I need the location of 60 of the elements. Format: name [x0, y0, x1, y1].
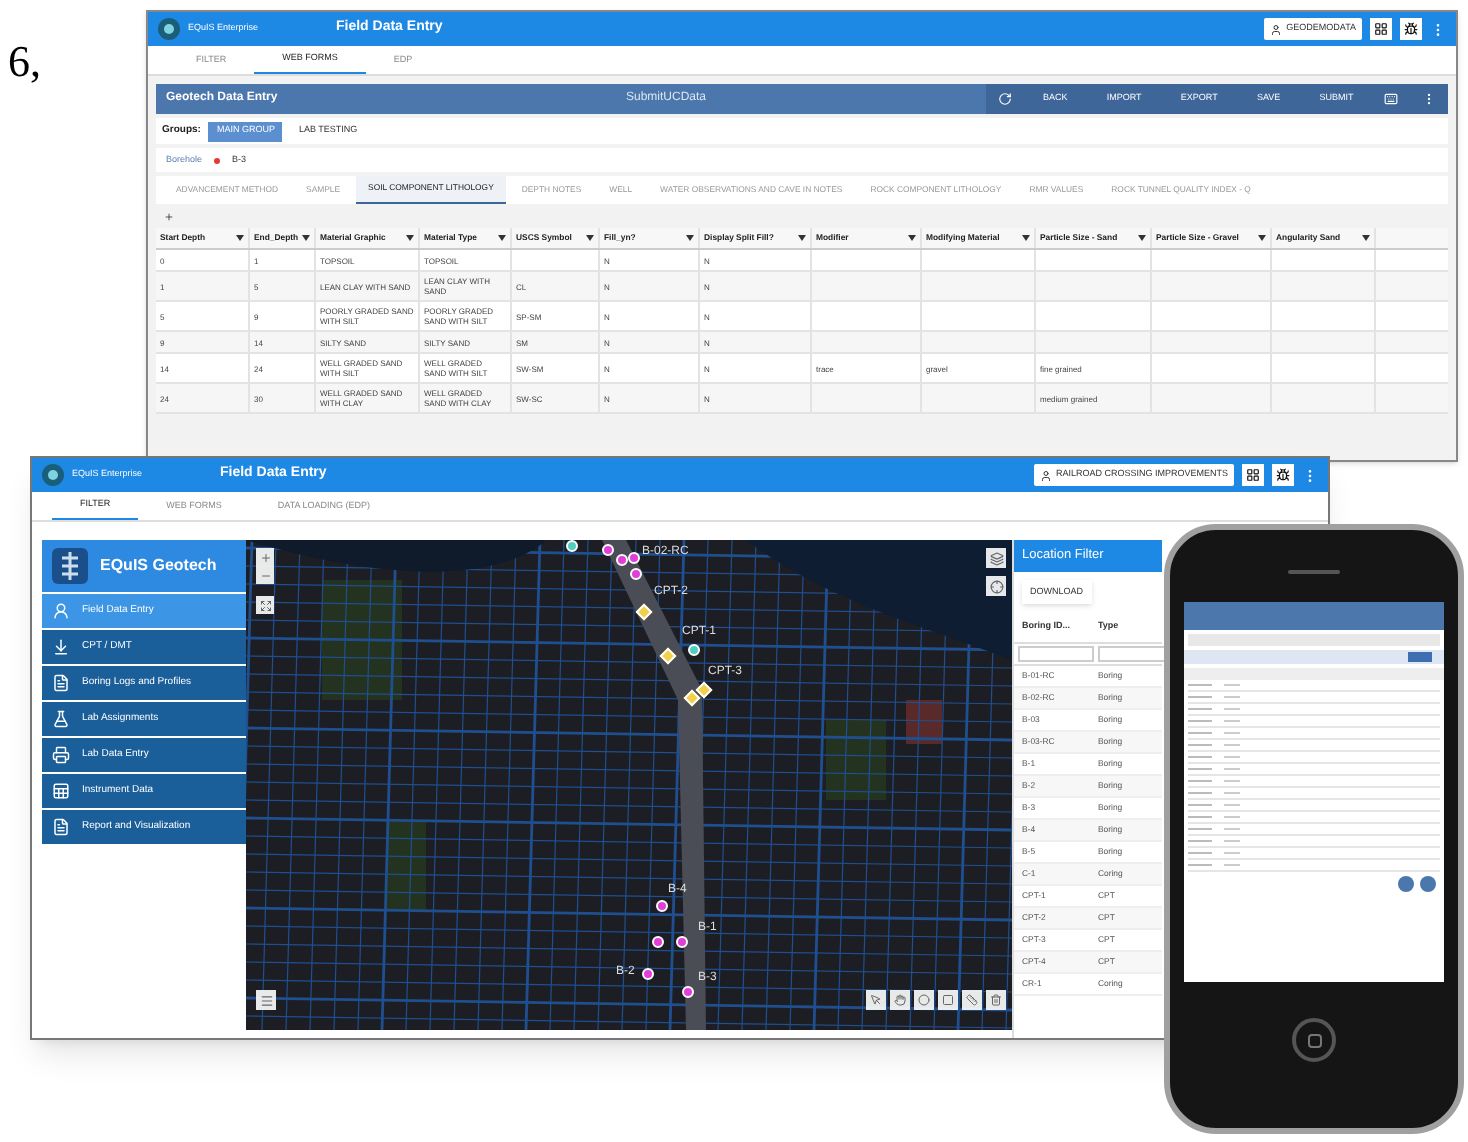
- flask-icon: [52, 710, 70, 728]
- layers-button[interactable]: [986, 548, 1006, 568]
- document-icon: [52, 818, 70, 836]
- user-icon: [1039, 469, 1052, 481]
- filter-icon[interactable]: [908, 234, 916, 242]
- zoom-out-icon: [259, 569, 271, 581]
- filter-icon[interactable]: [498, 234, 506, 242]
- pointer-icon: [870, 994, 882, 1006]
- grid-icon: [1246, 468, 1260, 482]
- apps-button[interactable]: [1370, 18, 1392, 40]
- refresh-icon[interactable]: [997, 92, 1012, 106]
- layers-icon: [989, 551, 1003, 565]
- download-icon: [52, 638, 70, 656]
- text-fragment: 6,: [8, 34, 41, 90]
- user-icon: [1270, 23, 1283, 35]
- required-icon: [214, 157, 221, 163]
- map-tool-button[interactable]: [866, 990, 886, 1010]
- filter-icon[interactable]: [686, 234, 694, 242]
- sidebar-title: EQuIS Geotech: [100, 554, 217, 578]
- bug-button[interactable]: [1272, 464, 1294, 486]
- locate-button[interactable]: [986, 576, 1006, 596]
- map-tool-button[interactable]: [962, 990, 982, 1010]
- filter-icon[interactable]: [798, 234, 806, 242]
- filter-icon[interactable]: [1258, 234, 1266, 242]
- bug-icon: [1404, 22, 1418, 36]
- filter-icon[interactable]: [1022, 234, 1030, 242]
- ruler-icon: [966, 994, 978, 1006]
- map-tool-button[interactable]: [986, 990, 1006, 1010]
- spreadsheet-icon: [52, 782, 70, 800]
- filter-field[interactable]: [1018, 646, 1094, 662]
- square-icon: [942, 994, 954, 1006]
- grid-icon: [1374, 22, 1388, 36]
- document-icon: [52, 674, 70, 692]
- filter-icon[interactable]: [1138, 234, 1146, 242]
- filter-icon[interactable]: [406, 234, 414, 242]
- circle-icon: [918, 994, 930, 1006]
- map-tool-button[interactable]: [914, 990, 934, 1010]
- map-tool-button[interactable]: [938, 990, 958, 1010]
- printer-icon: [52, 746, 70, 764]
- add-icon[interactable]: [164, 211, 174, 221]
- map-tool-button[interactable]: [890, 990, 910, 1010]
- geotech-logo-icon: [52, 548, 88, 584]
- menu-button[interactable]: [256, 990, 276, 1010]
- zoom-in-icon: [259, 551, 271, 563]
- bug-button[interactable]: [1400, 18, 1422, 40]
- logo-icon: [158, 18, 180, 40]
- menu-icon: [259, 993, 273, 1007]
- fullscreen-button[interactable]: [256, 596, 274, 614]
- logo-icon: [42, 464, 64, 486]
- bug-icon: [1276, 468, 1290, 482]
- filter-icon[interactable]: [302, 234, 310, 242]
- filter-icon[interactable]: [236, 234, 244, 242]
- apps-button[interactable]: [1242, 464, 1264, 486]
- hand-icon: [894, 994, 906, 1006]
- filter-icon[interactable]: [586, 234, 594, 242]
- keyboard-icon[interactable]: [1384, 92, 1399, 106]
- trash-icon: [990, 994, 1002, 1006]
- filter-icon[interactable]: [1362, 234, 1370, 242]
- crosshair-icon: [989, 579, 1003, 593]
- person-icon: [52, 602, 70, 620]
